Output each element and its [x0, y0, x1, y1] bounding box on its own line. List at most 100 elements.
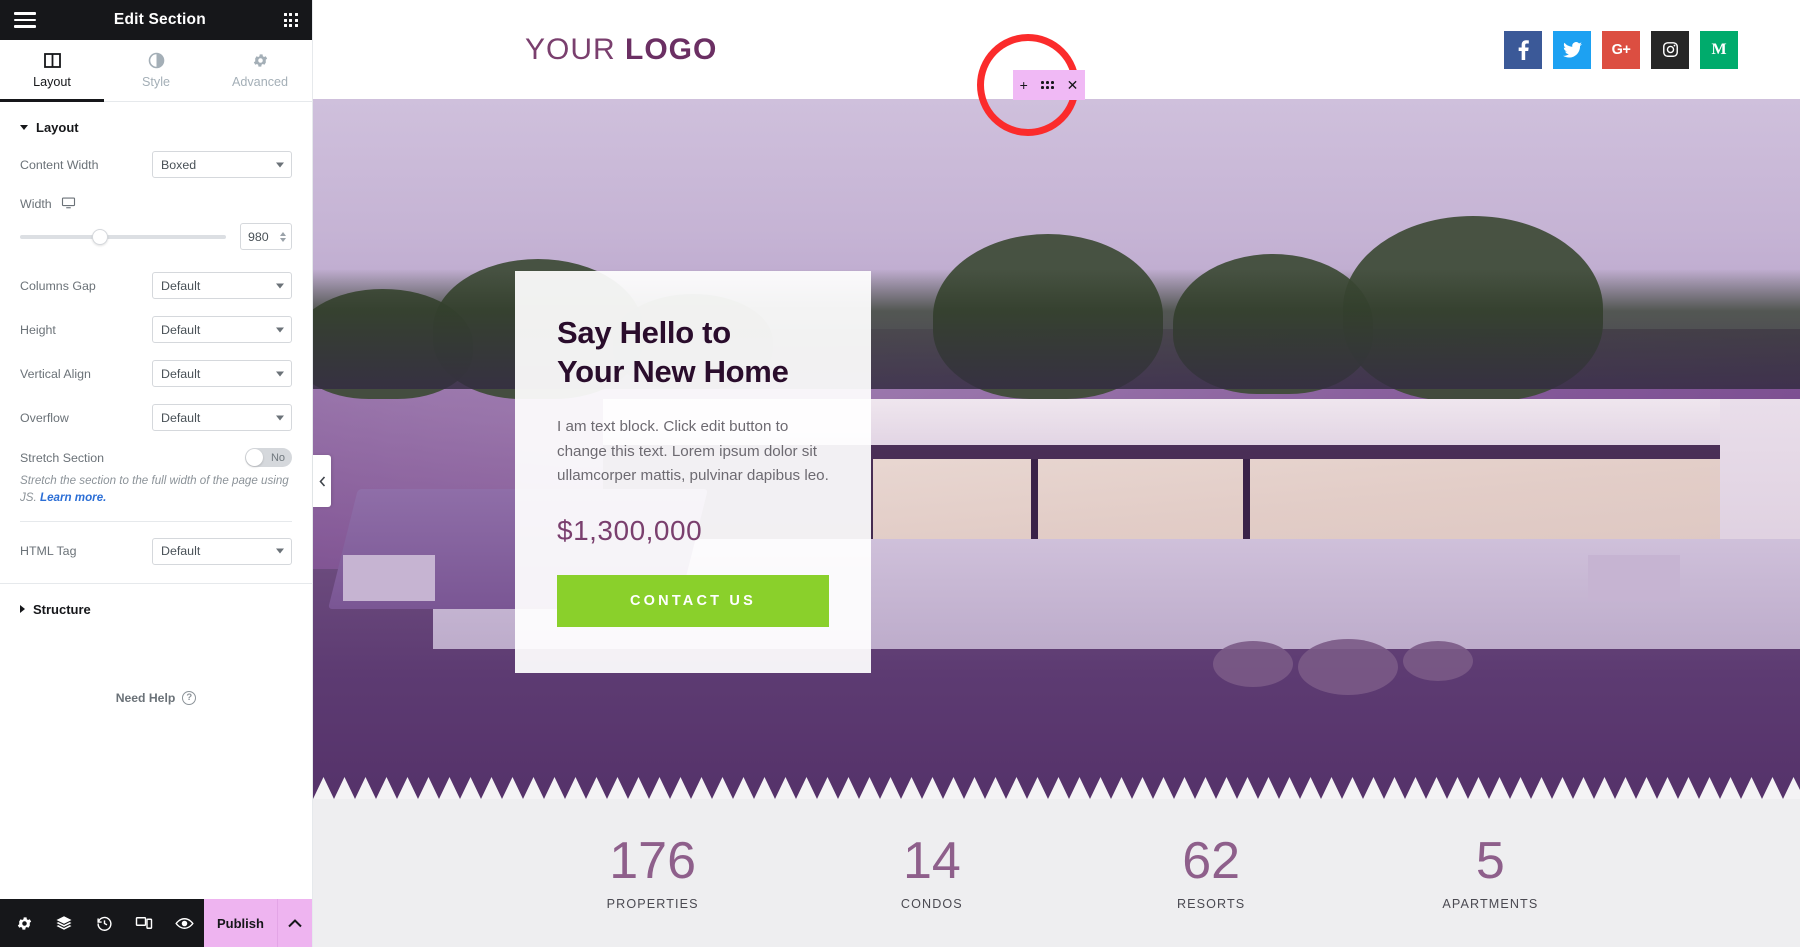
- twitter-icon[interactable]: [1553, 30, 1591, 69]
- google-plus-glyph: G+: [1611, 41, 1631, 58]
- structure-controls-group: Structure: [0, 584, 312, 635]
- tab-layout-label: Layout: [33, 75, 71, 89]
- width-label: Width: [20, 197, 52, 211]
- medium-icon[interactable]: M: [1700, 30, 1738, 69]
- columns-gap-select-wrap: Default: [152, 272, 292, 299]
- footer-tool-icons: [0, 899, 204, 947]
- responsive-mode-icon[interactable]: [124, 899, 164, 947]
- social-links: G+ M: [1504, 30, 1738, 69]
- settings-gear-icon[interactable]: [4, 899, 44, 947]
- history-revisions-icon[interactable]: [84, 899, 124, 947]
- caret-right-icon: [20, 605, 25, 614]
- need-help-link[interactable]: Need Help ?: [0, 690, 312, 705]
- control-columns-gap: Columns Gap Default: [20, 272, 292, 299]
- preview-eye-icon[interactable]: [164, 899, 204, 947]
- html-tag-select[interactable]: Default: [152, 537, 292, 565]
- number-stepper-icon[interactable]: [280, 231, 286, 242]
- tab-style[interactable]: Style: [104, 40, 208, 101]
- stretch-section-value: No: [270, 451, 285, 464]
- tab-advanced-label: Advanced: [231, 75, 288, 89]
- html-tag-label: HTML Tag: [20, 544, 77, 559]
- panel-header: Edit Section: [0, 0, 312, 40]
- width-slider-row: 980: [20, 223, 292, 250]
- stretch-section-toggle[interactable]: No: [245, 448, 292, 467]
- layout-section-toggle[interactable]: Layout: [20, 120, 292, 135]
- panel-title: Edit Section: [113, 11, 206, 28]
- height-label: Height: [20, 322, 56, 337]
- tab-advanced[interactable]: Advanced: [208, 40, 312, 101]
- stat-label: PROPERTIES: [606, 897, 699, 911]
- overflow-label: Overflow: [20, 410, 69, 425]
- layout-section-heading: Layout: [36, 120, 79, 135]
- close-x-icon[interactable]: ✕: [1067, 78, 1079, 92]
- stat-number: 176: [609, 832, 696, 890]
- layout-columns-icon: [43, 52, 61, 69]
- stat-item: 62 RESORTS: [1072, 835, 1351, 911]
- stat-item: 5 APARTMENTS: [1351, 835, 1630, 911]
- chevron-up-icon[interactable]: [276, 899, 312, 947]
- site-logo[interactable]: YOUR LOGO: [525, 33, 717, 67]
- stat-label: RESORTS: [1176, 897, 1246, 911]
- vertical-align-select[interactable]: Default: [152, 360, 292, 387]
- medium-glyph: M: [1711, 40, 1727, 58]
- need-help-label: Need Help: [115, 690, 176, 705]
- columns-gap-select[interactable]: Default: [152, 272, 292, 299]
- elementor-editor: Edit Section Layout Style Advanced Layou…: [0, 0, 1800, 947]
- plus-icon[interactable]: +: [1020, 78, 1028, 92]
- contrast-circle-icon: [148, 52, 165, 69]
- drag-dots-icon[interactable]: [1040, 81, 1054, 89]
- hamburger-icon[interactable]: [14, 12, 36, 28]
- width-slider[interactable]: [20, 228, 226, 245]
- panel-footer: Publish: [0, 899, 312, 947]
- control-html-tag: HTML Tag Default: [20, 537, 292, 565]
- chevron-left-icon: [318, 475, 325, 487]
- elementor-settings-panel: Edit Section Layout Style Advanced Layou…: [0, 0, 313, 947]
- contact-us-button[interactable]: CONTACT US: [557, 574, 829, 627]
- content-width-select-wrap: Boxed: [152, 151, 292, 178]
- height-select[interactable]: Default: [152, 316, 292, 343]
- gear-icon: [252, 52, 269, 69]
- panel-tabs: Layout Style Advanced: [0, 40, 312, 102]
- page-canvas: YOUR LOGO G+ M + ✕ Say Hello to Your New…: [313, 0, 1800, 947]
- stat-number: 14: [902, 832, 961, 890]
- content-width-select[interactable]: Boxed: [152, 151, 292, 178]
- control-overflow: Overflow Default: [20, 404, 292, 431]
- zigzag-divider: [313, 777, 1800, 799]
- vertical-align-label: Vertical Align: [20, 366, 91, 381]
- structure-section-toggle[interactable]: Structure: [20, 602, 292, 617]
- vertical-align-select-wrap: Default: [152, 360, 292, 387]
- desktop-icon[interactable]: [61, 195, 76, 213]
- overflow-select-wrap: Default: [152, 404, 292, 431]
- stat-label: APARTMENTS: [1442, 897, 1539, 911]
- overflow-select[interactable]: Default: [152, 404, 292, 431]
- hero-heading-line1: Say Hello to: [557, 315, 731, 350]
- control-height: Height Default: [20, 316, 292, 343]
- logo-text-bold: LOGO: [625, 32, 718, 66]
- hero-heading: Say Hello to Your New Home: [557, 313, 829, 391]
- learn-more-link[interactable]: Learn more.: [40, 491, 106, 504]
- width-slider-handle[interactable]: [92, 228, 109, 245]
- panel-collapse-toggle[interactable]: [313, 455, 331, 507]
- grid-apps-icon[interactable]: [283, 12, 298, 28]
- height-select-wrap: Default: [152, 316, 292, 343]
- hero-content-card[interactable]: Say Hello to Your New Home I am text blo…: [515, 271, 871, 673]
- publish-button[interactable]: Publish: [204, 899, 277, 947]
- facebook-icon[interactable]: [1504, 30, 1542, 69]
- instagram-icon[interactable]: [1651, 30, 1689, 69]
- section-edit-handle[interactable]: + ✕: [1013, 70, 1085, 100]
- tab-style-label: Style: [142, 75, 170, 89]
- width-number-input[interactable]: 980: [240, 223, 292, 250]
- html-tag-select-wrap: Default: [152, 537, 292, 565]
- navigator-layers-icon[interactable]: [44, 899, 84, 947]
- panel-body: Layout Content Width Boxed Width 980 Col…: [0, 102, 312, 899]
- content-width-label: Content Width: [20, 157, 99, 172]
- hero-price: $1,300,000: [557, 514, 703, 546]
- width-value: 980: [248, 229, 269, 244]
- google-plus-icon[interactable]: G+: [1602, 30, 1640, 69]
- hero-section[interactable]: Say Hello to Your New Home I am text blo…: [313, 99, 1800, 799]
- logo-text-light: YOUR: [525, 32, 626, 66]
- stat-number: 5: [1475, 832, 1505, 890]
- tab-layout[interactable]: Layout: [0, 40, 104, 102]
- structure-section-heading: Structure: [33, 601, 91, 617]
- control-stretch-section: Stretch Section No: [20, 448, 292, 467]
